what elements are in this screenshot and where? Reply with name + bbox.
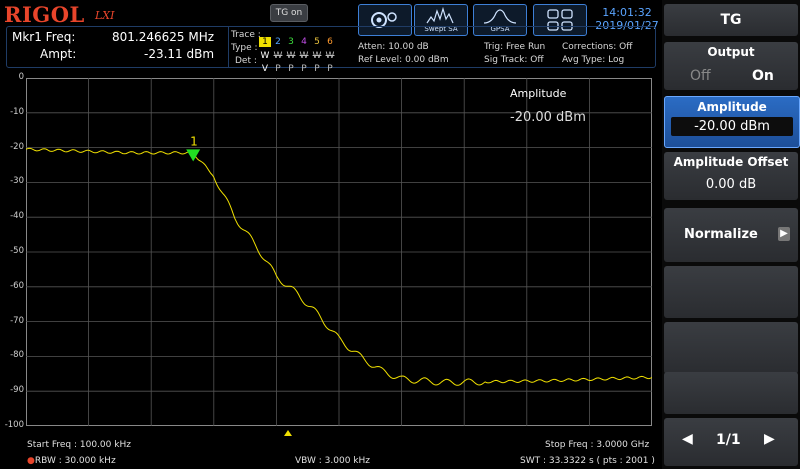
amplitude-offset-softkey[interactable]: Amplitude Offset 0.00 dB [664, 152, 798, 200]
empty-softkey-3[interactable] [664, 372, 798, 414]
submenu-arrow-icon: ▶ [778, 227, 790, 241]
y-tick-label: -40 [10, 211, 24, 222]
output-off-option[interactable]: Off [690, 68, 711, 84]
y-tick-label: -80 [10, 350, 24, 361]
type-label: Type : [231, 43, 258, 53]
trace-det-2: P [275, 64, 281, 74]
trace-detectors: VPPPPP [259, 56, 337, 75]
output-softkey[interactable]: Output Off On [664, 42, 798, 90]
spectrum-icon [426, 6, 454, 24]
panel-title-text: TG [720, 12, 742, 28]
output-label: Output [707, 45, 755, 59]
avg-type-value: Avg Type: Log [562, 55, 625, 65]
prev-page-icon[interactable]: ◀ [682, 431, 693, 447]
empty-softkey-1[interactable] [664, 266, 798, 318]
y-tick-label: -100 [4, 420, 24, 430]
vbw-value: VBW : 3.000 kHz [295, 456, 370, 466]
amplitude-softkey[interactable]: Amplitude -20.00 dBm [664, 96, 800, 148]
y-tick-label: 0 [18, 72, 24, 82]
softkey-panel: TG Output Off On Amplitude -20.00 dBm Am… [662, 0, 800, 469]
trace-info[interactable]: Trace : Type : Det : 123456 WWWWWW VPPPP… [228, 27, 353, 74]
start-freq: Start Freq : 100.00 kHz [27, 440, 131, 450]
y-tick-label: -90 [10, 385, 24, 396]
empty-softkey-2[interactable] [664, 322, 798, 374]
y-tick-label: -60 [10, 280, 24, 291]
amplitude-annotation-value: -20.00 dBm [510, 110, 586, 125]
rigol-logo: RIGOL [4, 2, 85, 27]
rbw-text: RBW : 30.000 kHz [34, 456, 116, 466]
time: 14:01:32 [602, 6, 652, 19]
corrections-value: Corrections: Off [562, 42, 633, 52]
y-tick-label: -70 [10, 315, 24, 326]
amplitude-value[interactable]: -20.00 dBm [671, 117, 793, 136]
amplitude-offset-value: 0.00 dB [705, 177, 757, 192]
stop-freq: Stop Freq : 3.0000 GHz [545, 440, 650, 450]
panel-title: TG [664, 4, 798, 36]
y-tick-label: -20 [10, 141, 24, 152]
normalize-softkey[interactable]: Normalize ▶ [664, 208, 798, 262]
amplitude-annotation-title: Amplitude [510, 87, 567, 100]
gpsa-icon [483, 9, 517, 24]
marker-1-label: 1 [190, 134, 198, 148]
trigger-value: Trig: Free Run [484, 42, 546, 52]
y-tick-label: -10 [10, 106, 24, 117]
page-indicator: 1/1 [716, 432, 741, 448]
rbw-indicator-icon: ● [27, 456, 35, 466]
marker-freq-value: 801.246625 MHz [112, 30, 215, 44]
det-label: Det : [235, 56, 257, 66]
marker-freq-label: Mkr1 Freq: [12, 30, 76, 44]
ref-level-value: Ref Level: 0.00 dBm [358, 55, 449, 65]
trace-det-1: V [261, 64, 269, 74]
lxi-logo: LXI [95, 9, 115, 22]
page-navigator: ◀ 1/1 ▶ [664, 418, 798, 466]
y-tick-label: -50 [10, 246, 24, 256]
marker-ampt-label: Ampt: [40, 47, 77, 61]
spectrum-plot[interactable]: 1 [26, 78, 652, 426]
swt-value: SWT : 33.3322 s ( pts : 2001 ) [520, 456, 655, 466]
y-tick-label: -30 [10, 176, 24, 187]
sig-track-value: Sig Track: Off [484, 55, 544, 65]
marker-ampt-value: -23.11 dBm [144, 47, 215, 61]
rbw-value: ●RBW : 30.000 kHz [27, 456, 116, 466]
output-on-option[interactable]: On [752, 68, 774, 84]
atten-value: Atten: 10.00 dB [358, 42, 429, 52]
amplitude-offset-label: Amplitude Offset [673, 155, 789, 169]
trace-det-4: P [301, 64, 307, 74]
tg-status-badge[interactable]: TG on [270, 4, 308, 22]
trace-det-6: P [327, 64, 333, 74]
amplitude-label: Amplitude [697, 100, 767, 114]
trace-det-5: P [314, 64, 320, 74]
next-page-icon[interactable]: ▶ [764, 431, 775, 447]
center-freq-marker-icon [284, 430, 292, 436]
trace-label: Trace : [231, 30, 261, 40]
trace-det-3: P [288, 64, 294, 74]
